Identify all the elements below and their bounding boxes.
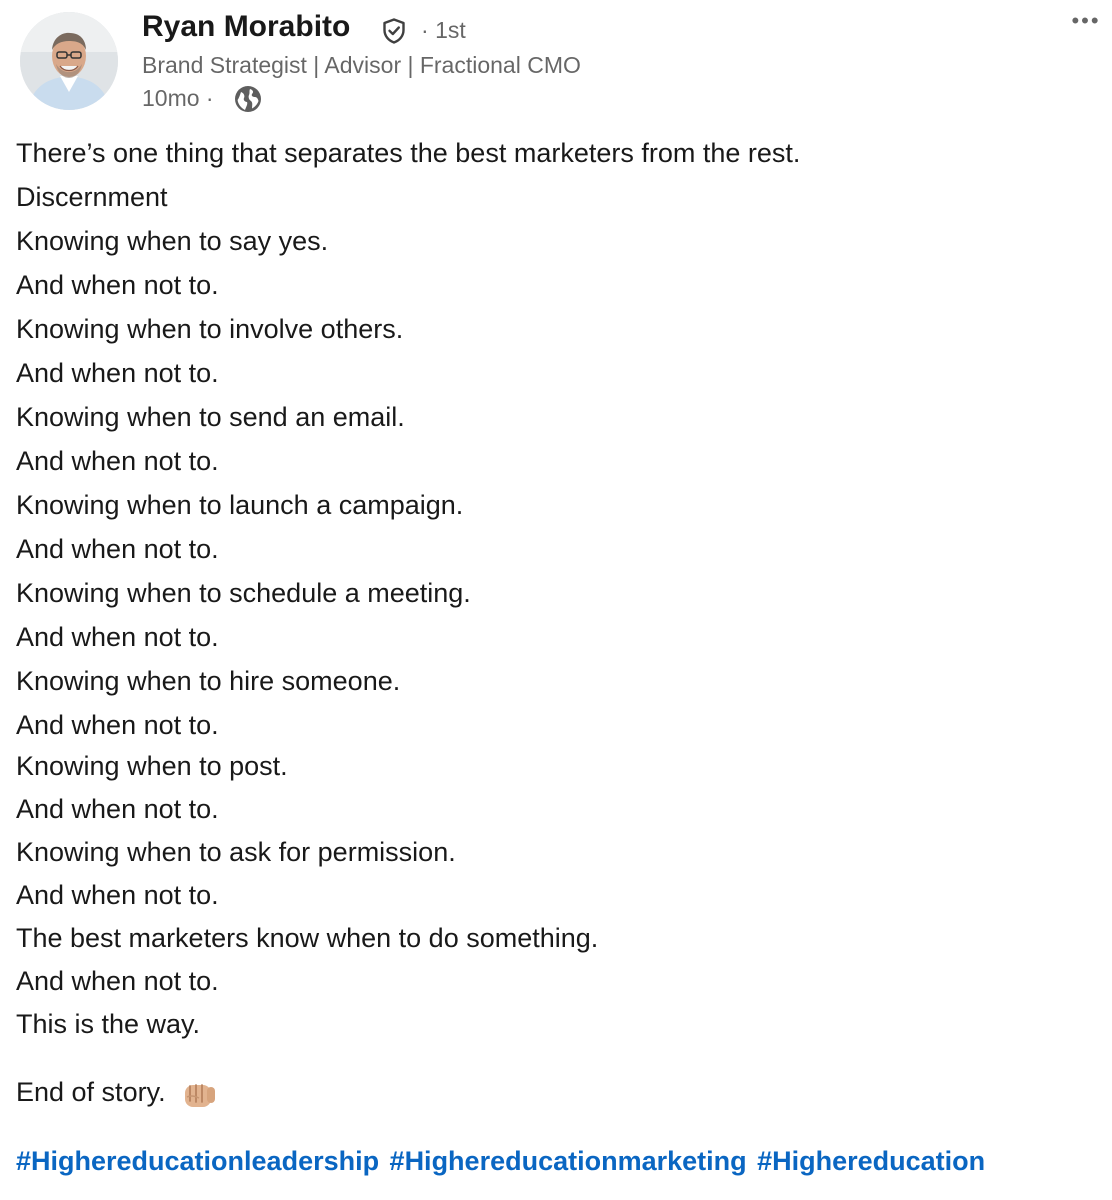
verified-shield-icon — [383, 18, 405, 44]
fist-bump-emoji — [185, 1083, 216, 1107]
timestamp-label: 10mo — [142, 85, 200, 111]
post-line: Knowing when to post. — [16, 751, 288, 781]
author-name[interactable]: Ryan Morabito — [142, 10, 350, 44]
connection-degree: · 1st — [421, 17, 466, 44]
post-line: There’s one thing that separates the bes… — [16, 138, 801, 168]
post-line: And when not to. — [16, 794, 219, 824]
post-line: And when not to. — [16, 358, 219, 388]
post-line: The best marketers know when to do somet… — [16, 923, 599, 953]
hashtag-link[interactable]: #Highereducationleadership — [16, 1146, 379, 1176]
closing-text: End of story. — [16, 1077, 166, 1107]
hashtag-link[interactable]: #Highereducation — [757, 1146, 985, 1176]
post-line: Knowing when to involve others. — [16, 314, 404, 344]
post-line: Knowing when to schedule a meeting. — [16, 578, 471, 608]
post-closing-line: End of story. — [16, 1075, 217, 1111]
author-headline: Brand Strategist | Advisor | Fractional … — [142, 52, 581, 78]
post-line: Knowing when to launch a campaign. — [16, 490, 464, 520]
avatar[interactable] — [20, 12, 118, 110]
post-line: This is the way. — [16, 1009, 201, 1039]
post-line: And when not to. — [16, 710, 219, 740]
time-separator: · — [199, 85, 214, 111]
post-line: And when not to. — [16, 622, 219, 652]
post-line: And when not to. — [16, 534, 219, 564]
post-header: Ryan Morabito · 1st Brand Strategist | A… — [0, 0, 1112, 124]
post-line: Knowing when to hire someone. — [16, 666, 401, 696]
degree-separator: · — [421, 17, 436, 43]
post-line: And when not to. — [16, 446, 219, 476]
post-line: Knowing when to send an email. — [16, 402, 405, 432]
hashtag-link[interactable]: #Highereducationmarketing — [390, 1146, 747, 1176]
post-line: Knowing when to say yes. — [16, 226, 329, 256]
more-options-icon[interactable]: ••• — [1066, 6, 1106, 36]
hashtag-row: #Highereducationleadership #Highereducat… — [16, 1146, 991, 1177]
post-line: Discernment — [16, 182, 168, 212]
post-line: Knowing when to ask for permission. — [16, 837, 456, 867]
post-line: And when not to. — [16, 966, 219, 996]
degree-label: 1st — [435, 17, 466, 43]
post-line: And when not to. — [16, 880, 219, 910]
globe-icon — [235, 86, 261, 112]
post-line: And when not to. — [16, 270, 219, 300]
post-timestamp: 10mo · — [142, 85, 214, 112]
avatar-photo — [20, 12, 118, 110]
